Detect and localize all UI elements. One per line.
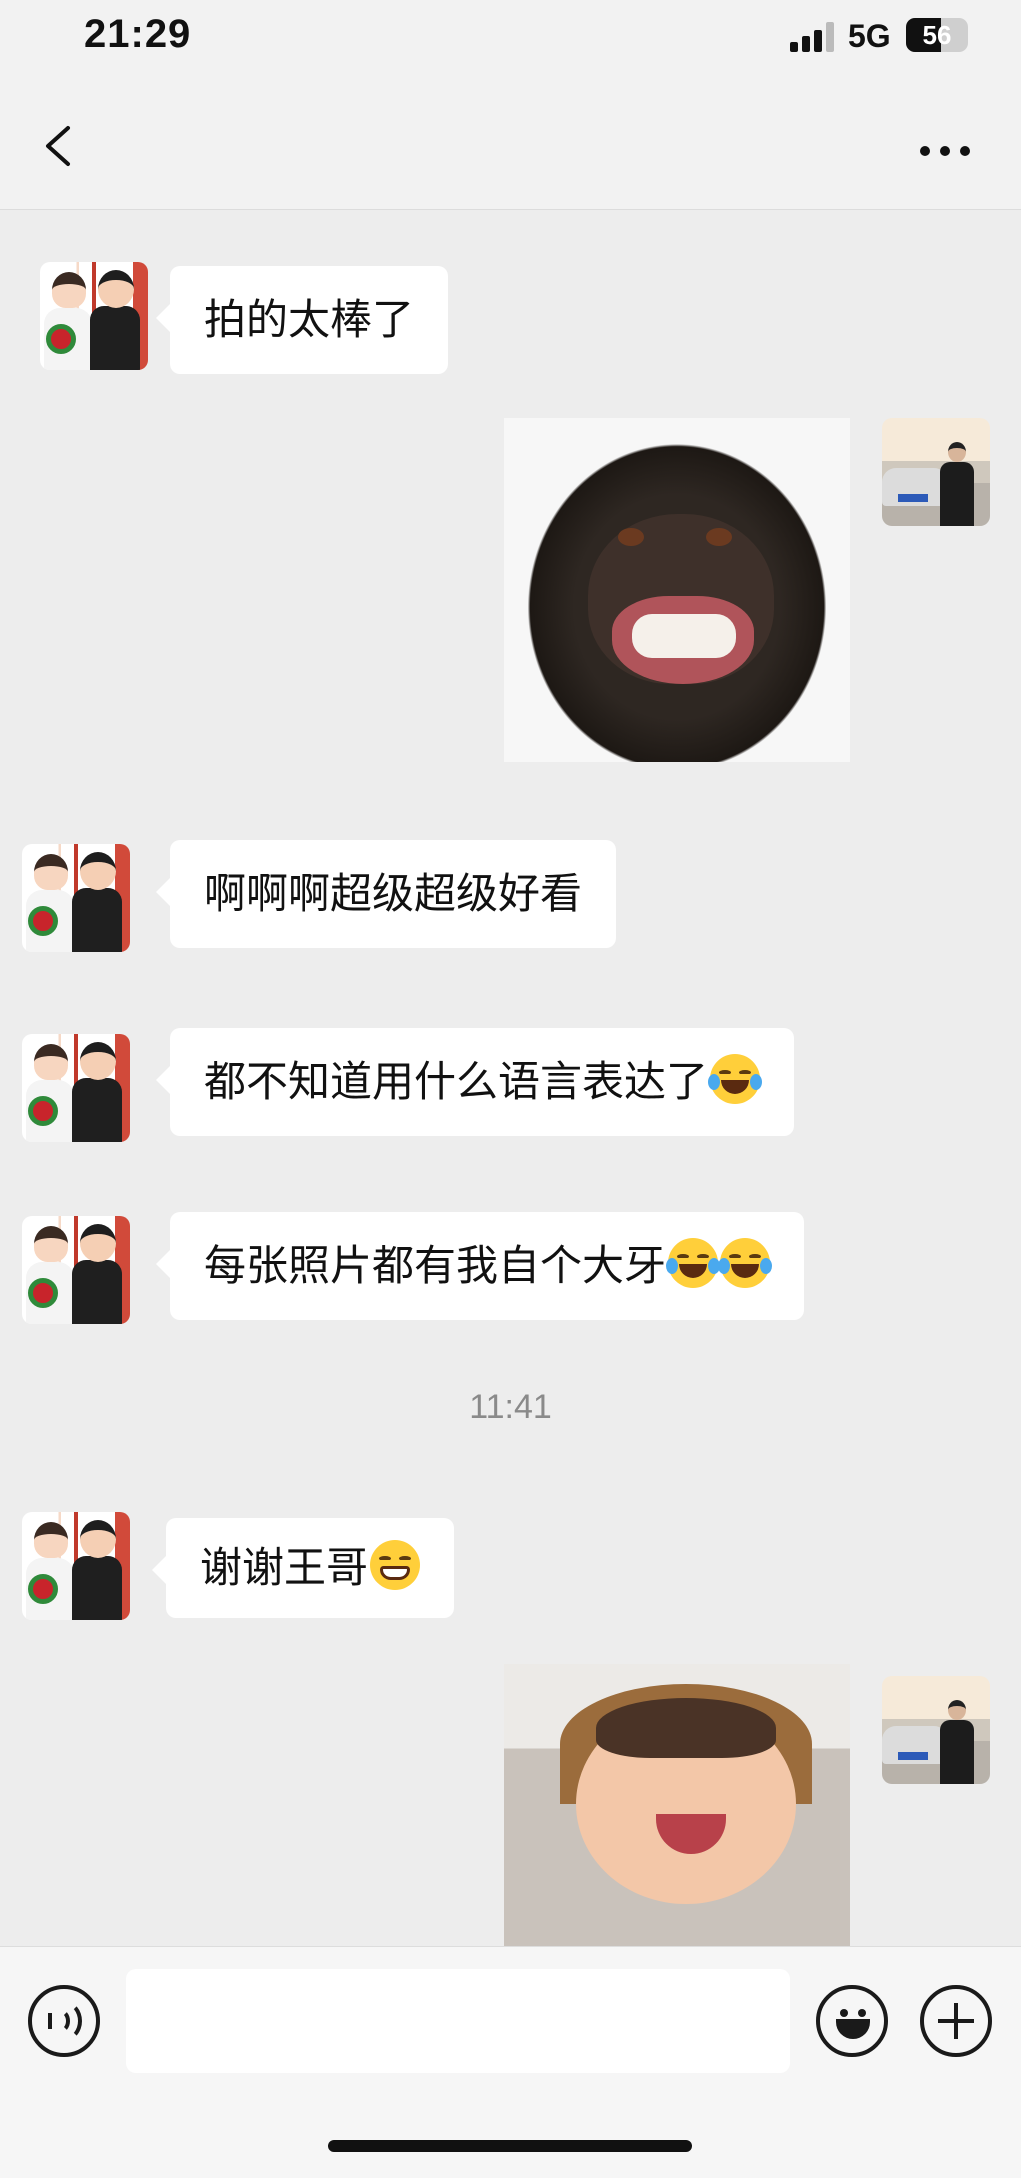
cellular-signal-icon: [790, 22, 836, 52]
message-input[interactable]: [126, 1969, 790, 2073]
chat-timestamp: 11:41: [469, 1388, 552, 1426]
voice-icon[interactable]: [28, 1985, 100, 2057]
message-text: 谢谢王哥: [200, 1544, 369, 1591]
status-time: 21:29: [84, 12, 192, 56]
status-bar: 21:29 5G 56: [0, 0, 1021, 80]
ellipsis-icon[interactable]: [920, 146, 976, 158]
contact-avatar[interactable]: [22, 844, 130, 952]
tears-of-joy-emoji-icon: [718, 1238, 773, 1288]
chevron-left-icon[interactable]: [40, 124, 80, 168]
plus-icon[interactable]: [920, 1985, 992, 2057]
message-bubble[interactable]: 谢谢王哥: [151, 1518, 455, 1618]
self-avatar[interactable]: [882, 1676, 990, 1784]
sticker-chimpanzee[interactable]: [504, 418, 850, 762]
self-avatar[interactable]: [882, 418, 990, 526]
contact-avatar[interactable]: [22, 1216, 130, 1324]
battery-percent: 56: [922, 20, 952, 50]
chat-header: [0, 80, 1021, 210]
home-indicator: [328, 2140, 692, 2152]
grinning-face-emoji-icon: [370, 1540, 421, 1590]
message-text: 啊啊啊超级超级好看: [204, 870, 583, 917]
message-bubble[interactable]: 啊啊啊超级超级好看: [155, 840, 617, 948]
message-text: 都不知道用什么语言表达了: [204, 1058, 709, 1105]
tears-of-joy-emoji-icon: [666, 1238, 721, 1288]
contact-avatar[interactable]: [22, 1512, 130, 1620]
sticker-laughing-child[interactable]: [504, 1664, 850, 1946]
message-bubble[interactable]: 每张照片都有我自个大牙: [155, 1212, 805, 1320]
message-bubble[interactable]: 拍的太棒了: [155, 266, 449, 374]
contact-avatar[interactable]: [22, 1034, 130, 1142]
message-text: 拍的太棒了: [204, 296, 415, 343]
contact-avatar[interactable]: [40, 262, 148, 370]
message-bubble[interactable]: 都不知道用什么语言表达了: [155, 1028, 795, 1136]
tears-of-joy-emoji-icon: [708, 1054, 763, 1104]
network-type: 5G: [848, 18, 891, 54]
emoji-icon[interactable]: [816, 1985, 888, 2057]
message-text: 每张照片都有我自个大牙: [204, 1242, 667, 1289]
battery-icon: 56: [906, 18, 968, 52]
